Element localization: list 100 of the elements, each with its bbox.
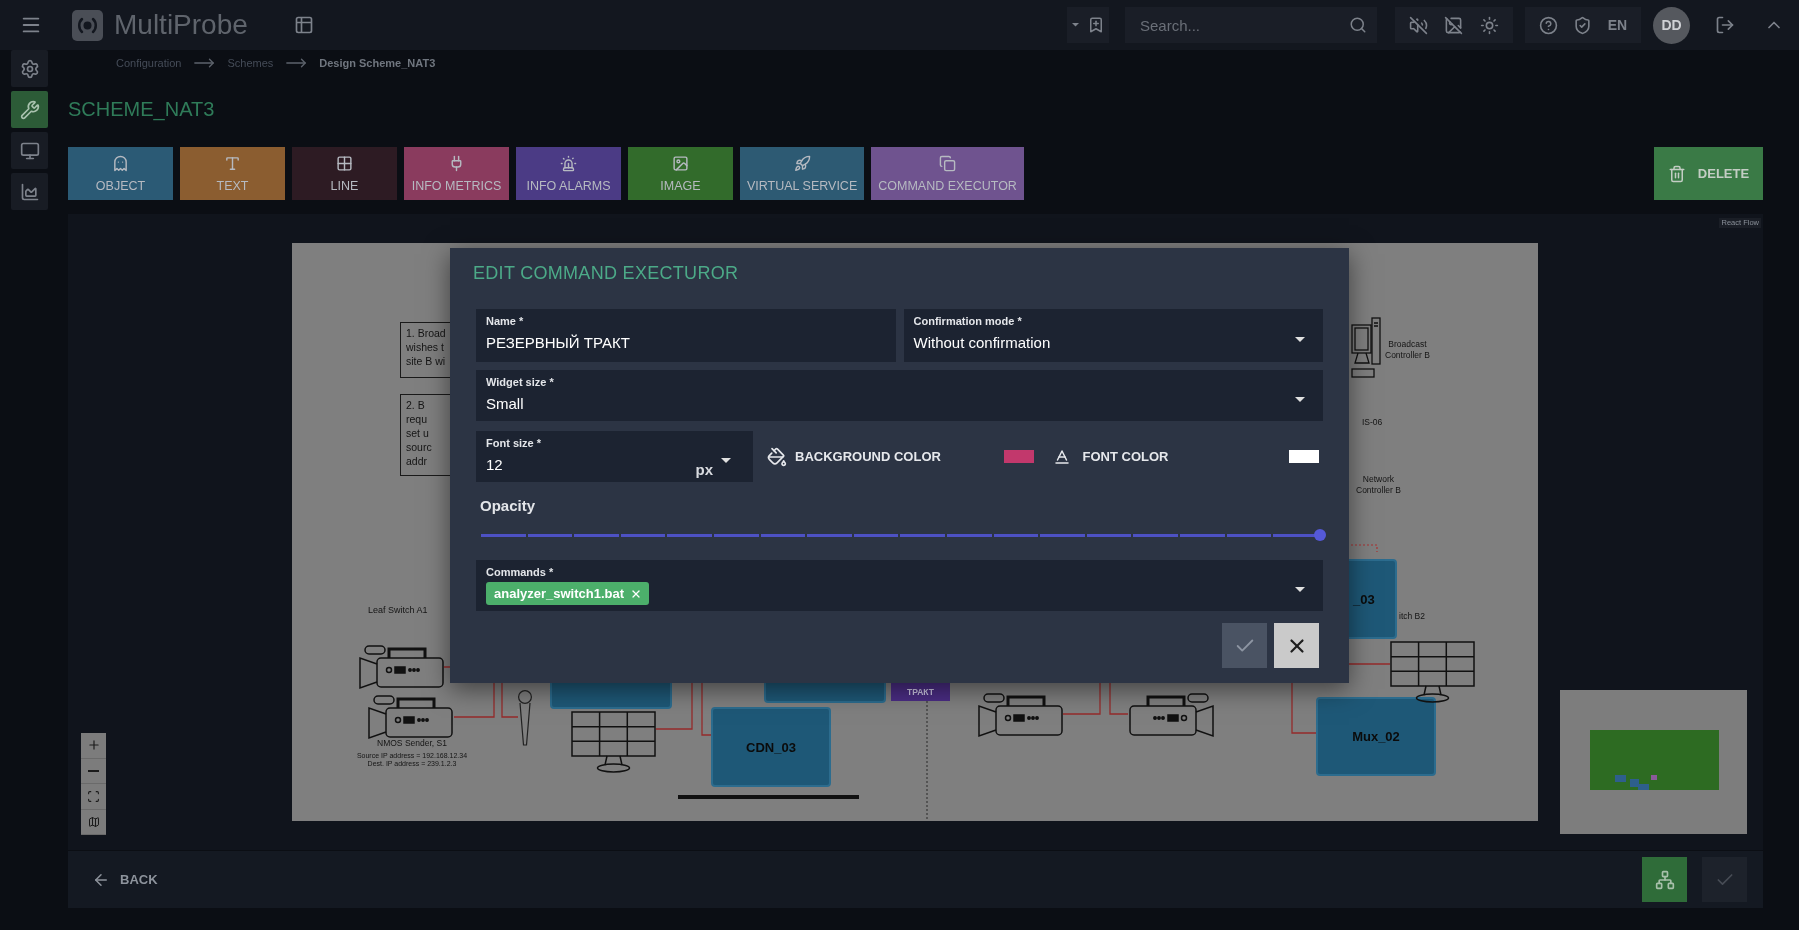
slider-thumb[interactable] xyxy=(1314,529,1326,541)
tool-button[interactable]: OBJECT xyxy=(68,147,173,200)
logout-icon xyxy=(1715,15,1735,35)
bookmark-dropdown-button[interactable] xyxy=(1067,7,1109,43)
map-icon xyxy=(87,815,100,828)
search-field[interactable]: Search... xyxy=(1125,7,1377,43)
zoom-in-button[interactable] xyxy=(81,733,106,759)
image-icon xyxy=(672,154,689,172)
tool-button[interactable]: TEXT xyxy=(180,147,285,200)
grid-icon xyxy=(336,154,353,172)
device-label: IS-06 xyxy=(1362,417,1383,428)
video-camera-icon xyxy=(1128,693,1214,737)
auto-layout-button[interactable] xyxy=(1642,857,1687,902)
search-icon xyxy=(1349,16,1367,34)
node-label: Mux_02 xyxy=(1352,729,1400,744)
color-label: FONT COLOR xyxy=(1082,449,1169,464)
field-label: Confirmation mode * xyxy=(913,314,1022,328)
video-camera-icon xyxy=(359,645,445,689)
table-icon xyxy=(293,15,314,35)
computer-icon xyxy=(1351,317,1381,379)
tool-button[interactable]: COMMAND EXECUTOR xyxy=(871,147,1024,200)
minimap-node xyxy=(1615,775,1626,782)
mute-icon xyxy=(1409,15,1429,35)
tool-button[interactable]: IMAGE xyxy=(628,147,733,200)
cancel-button[interactable] xyxy=(1274,623,1319,668)
device-label: NMOS Sender, S1 xyxy=(377,738,447,749)
rocket-icon xyxy=(793,154,811,172)
command-chip[interactable]: analyzer_switch1.bat xyxy=(486,582,650,605)
dropdown-field[interactable]: Font size * 12 px xyxy=(476,431,753,482)
image-off-button[interactable] xyxy=(1444,15,1464,35)
shield-icon xyxy=(1573,15,1593,35)
sidebar-item[interactable] xyxy=(11,50,48,87)
text-field[interactable]: Name * РЕЗЕРВНЫЙ ТРАКТ xyxy=(476,309,896,362)
dotted-connector xyxy=(1350,544,1378,553)
sun-icon xyxy=(1479,15,1499,35)
dropdown-field[interactable]: Widget size * Small xyxy=(476,370,1323,421)
zoom-out-button[interactable] xyxy=(81,758,106,784)
microphone-icon xyxy=(517,690,533,746)
monitor-icon xyxy=(19,140,40,161)
sidebar-item[interactable] xyxy=(11,132,48,169)
app-logo-text: MultiProbe xyxy=(114,9,248,41)
mute-button[interactable] xyxy=(1409,15,1429,35)
shield-button[interactable] xyxy=(1573,15,1593,35)
tool-button[interactable]: INFO METRICS xyxy=(404,147,509,200)
plus-icon xyxy=(86,738,101,753)
tool-button[interactable]: LINE xyxy=(292,147,397,200)
field-label: Name * xyxy=(486,314,524,328)
trash-icon xyxy=(1667,164,1686,183)
fit-view-icon xyxy=(87,789,100,803)
back-button[interactable]: BACK xyxy=(92,870,158,889)
image-off-icon xyxy=(1444,15,1464,35)
help-button[interactable] xyxy=(1538,15,1558,35)
caret-icon xyxy=(1295,336,1305,342)
device-label: Leaf Switch A1 xyxy=(368,605,428,616)
text-icon xyxy=(224,154,241,172)
field-label: Font size * xyxy=(486,436,541,450)
tool-button[interactable]: INFO ALARMS xyxy=(516,147,621,200)
map-button[interactable] xyxy=(81,809,106,835)
brightness-button[interactable] xyxy=(1479,15,1499,35)
table-button[interactable] xyxy=(293,15,314,35)
user-avatar[interactable]: DD xyxy=(1653,6,1690,44)
tool-button[interactable]: VIRTUAL SERVICE xyxy=(740,147,865,200)
color-label: BACKGROUND COLOR xyxy=(795,449,941,464)
sidebar-item[interactable] xyxy=(11,91,48,128)
breadcrumb-link[interactable]: Schemes xyxy=(227,57,274,69)
field-label: Commands * xyxy=(486,565,554,579)
language-button[interactable]: EN xyxy=(1607,17,1628,33)
dropdown-field[interactable]: Confirmation mode * Without confirmation xyxy=(903,309,1323,362)
area-chart-icon xyxy=(19,181,40,202)
breadcrumb-link[interactable]: Design Scheme_NAT3 xyxy=(319,57,436,69)
device-label: itch B2 xyxy=(1399,611,1425,622)
fit-view-button[interactable] xyxy=(81,784,106,810)
breadcrumb-link[interactable]: Configuration xyxy=(116,57,182,69)
note-text: 2. B requ set u sourc addr xyxy=(406,398,432,468)
logout-button[interactable] xyxy=(1715,15,1735,35)
delete-button[interactable]: DELETE xyxy=(1654,147,1763,200)
color-swatch[interactable] xyxy=(1289,450,1319,463)
note-text: 1. Broad wishes t site B wi xyxy=(406,326,446,368)
video-camera-icon xyxy=(368,695,454,739)
network-node[interactable]: CDN_03 xyxy=(711,707,831,787)
sidebar-item[interactable] xyxy=(11,173,48,210)
settings-icon xyxy=(19,58,40,79)
dialog-title: EDIT COMMAND EXECTUROR xyxy=(473,262,739,284)
video-camera-icon xyxy=(978,693,1064,737)
minus-icon xyxy=(88,769,99,772)
network-node[interactable]: Mux_02 xyxy=(1316,697,1436,776)
device-label: Network Controller B xyxy=(1356,474,1401,496)
page-title: SCHEME_NAT3 xyxy=(68,97,215,121)
siren-icon xyxy=(560,154,577,172)
field-label: Widget size * xyxy=(486,375,554,389)
multi-select-field[interactable]: Commands * analyzer_switch1.bat xyxy=(476,560,1323,611)
caret-icon xyxy=(1295,396,1305,402)
color-swatch[interactable] xyxy=(1003,450,1034,463)
caret-icon xyxy=(1295,586,1305,592)
copy-icon xyxy=(939,154,957,172)
wrench-icon xyxy=(19,99,40,120)
logo-icon xyxy=(72,9,103,41)
network-icon xyxy=(1654,869,1675,890)
caret-icon xyxy=(721,457,731,463)
node-label: _03 xyxy=(1353,591,1375,607)
